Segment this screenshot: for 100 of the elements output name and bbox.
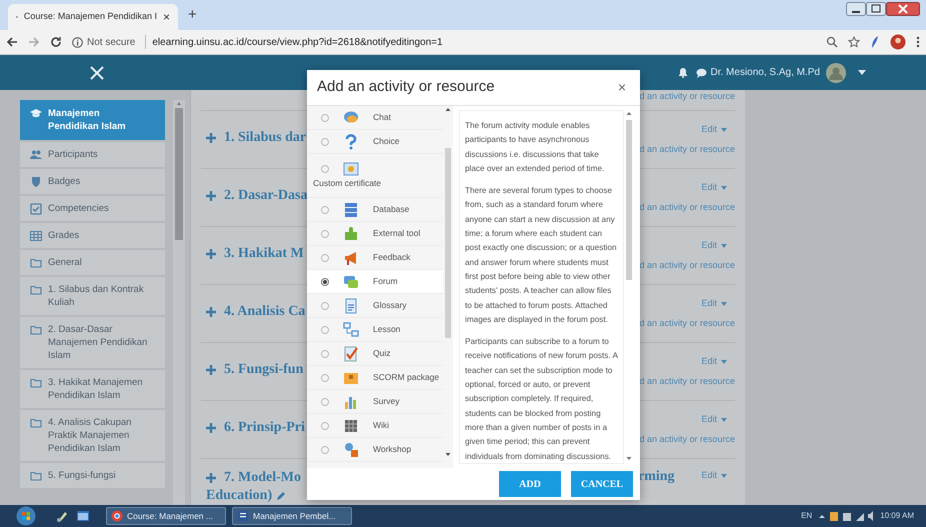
edit-menu[interactable]: Edit [701,297,735,310]
add-activity-link[interactable]: d an activity or resource [639,258,735,272]
section-heading[interactable]: rming [638,466,675,487]
sidebar-item[interactable]: Participants [20,142,165,167]
section-heading[interactable]: Education) [206,488,272,504]
user-avatar-icon[interactable] [826,62,846,82]
plus-icon[interactable] [206,190,216,200]
activity-label[interactable]: Quiz [373,347,390,360]
activity-label[interactable]: Chat [373,111,391,124]
edit-menu[interactable]: Edit [701,413,735,426]
activity-label[interactable]: Glossary [373,299,407,312]
radio-button[interactable] [321,138,329,146]
radio-button[interactable] [321,398,329,406]
activity-label[interactable]: Wiki [373,419,390,432]
sidebar-item[interactable]: 2. Dasar-Dasar Manajemen Pendidikan Islam [20,317,165,368]
radio-button[interactable] [321,114,329,122]
menu-icon[interactable] [916,36,920,48]
radio-button[interactable] [321,278,329,286]
radio-button[interactable] [321,206,329,214]
language-indicator[interactable]: EN [801,510,812,522]
avatar-icon[interactable] [890,34,906,50]
sidebar-item[interactable]: 1. Silabus dan Kontrak Kuliah [20,277,165,315]
chat-icon[interactable] [696,68,706,78]
section-heading[interactable]: 7. Model-Mo [224,467,301,488]
add-activity-link[interactable]: d an activity or resource [639,432,735,446]
sidebar-item[interactable]: 4. Analisis Cakupan Praktik Manajemen Pendidikan Islam [20,410,165,461]
section-heading[interactable]: 2. Dasar-Dasa [224,185,308,206]
plus-icon[interactable] [206,472,216,482]
url-text[interactable]: elearning.uinsu.ac.id/course/view.php?id=2618&notifyeditingon=1 [152,34,816,50]
radio-button[interactable] [321,350,329,358]
radio-button[interactable] [321,422,329,430]
section-heading[interactable]: 4. Analisis Ca [224,301,306,322]
taskbar-button[interactable]: Course: Manajemen ... [106,507,226,525]
radio-button[interactable] [321,302,329,310]
activity-label[interactable]: Lesson [373,323,400,336]
info-icon[interactable] [72,36,83,48]
activity-label[interactable]: External tool [373,227,420,240]
new-tab-button[interactable]: + [188,4,197,26]
sidebar-item[interactable]: 5. Fungsi-fungsi [20,463,165,488]
section-heading[interactable]: 5. Fungsi-fun [224,359,304,380]
sidebar-item[interactable]: 3. Hakikat Manajemen Pendidikan Islam [20,370,165,408]
activity-label[interactable]: Database [373,203,410,216]
section-heading[interactable]: 6. Prinsip-Pri [224,417,305,438]
forward-icon[interactable] [28,36,40,48]
add-activity-link[interactable]: d an activity or resource [639,374,735,388]
radio-button[interactable] [321,374,329,382]
close-icon[interactable] [886,2,920,16]
brush-icon[interactable] [56,509,70,523]
scrollbar-drawing[interactable] [173,100,185,505]
activity-label[interactable]: Survey [373,395,400,408]
add-button[interactable]: ADD [499,471,561,497]
activity-label[interactable]: Custom certificate [313,177,443,190]
activity-label[interactable]: SCORM package [373,371,440,384]
back-icon[interactable] [6,36,18,48]
add-activity-link[interactable]: d an activity or resource [639,142,735,156]
star-icon[interactable] [848,36,860,48]
sidebar-item[interactable]: General [20,250,165,275]
section-heading[interactable]: 1. Silabus dar [224,127,306,148]
edit-menu[interactable]: Edit [701,355,735,368]
taskbar-button[interactable]: Manajemen Pembel... [232,507,352,525]
add-activity-link[interactable]: d an activity or resource [639,90,735,104]
plus-icon[interactable] [206,422,216,432]
plus-icon[interactable] [206,132,216,142]
edit-menu[interactable]: Edit [701,239,735,252]
maximize-icon[interactable] [866,2,886,16]
browser-tab[interactable]: Course: Manajemen Pendidikan I × [8,4,178,30]
radio-button[interactable] [321,254,329,262]
activity-label[interactable]: Forum [373,275,398,288]
start-orb-icon[interactable] [16,506,36,526]
plus-icon[interactable] [206,306,216,316]
caret-icon[interactable] [858,70,866,75]
minimize-icon[interactable] [846,2,866,16]
tray-icons-drawing[interactable] [818,510,874,522]
activity-label[interactable]: Workshop [373,443,412,456]
edit-menu[interactable]: Edit [701,123,735,136]
bell-icon[interactable] [678,67,688,78]
close-tab-button[interactable]: × [162,8,170,26]
window-icon[interactable] [76,509,90,523]
activity-label[interactable]: Choice [373,135,400,148]
add-activity-link[interactable]: d an activity or resource [639,316,735,330]
zoom-icon[interactable] [826,36,838,48]
radio-button[interactable] [321,446,329,454]
edit-menu[interactable]: Edit [701,469,735,482]
cancel-button[interactable]: CANCEL [571,471,633,497]
sidebar-item[interactable]: Competencies [20,196,165,221]
pencil-icon[interactable] [276,492,286,500]
sidebar-item[interactable]: Grades [20,223,165,248]
radio-button[interactable] [321,230,329,238]
plus-icon[interactable] [206,364,216,374]
section-heading[interactable]: 3. Hakikat M [224,243,304,264]
sidebar-item[interactable]: Badges [20,169,165,194]
radio-button[interactable] [321,165,329,174]
radio-button[interactable] [321,326,329,334]
close-button[interactable]: × [618,77,626,98]
activity-label[interactable]: Feedback [373,251,410,264]
clock-text[interactable]: 10:09 AM [880,510,914,522]
add-activity-link[interactable]: d an activity or resource [639,200,735,214]
reload-icon[interactable] [50,36,62,48]
user-name[interactable]: Dr. Mesiono, S.Ag, M.Pd [710,65,820,80]
feather-icon[interactable] [870,35,880,49]
